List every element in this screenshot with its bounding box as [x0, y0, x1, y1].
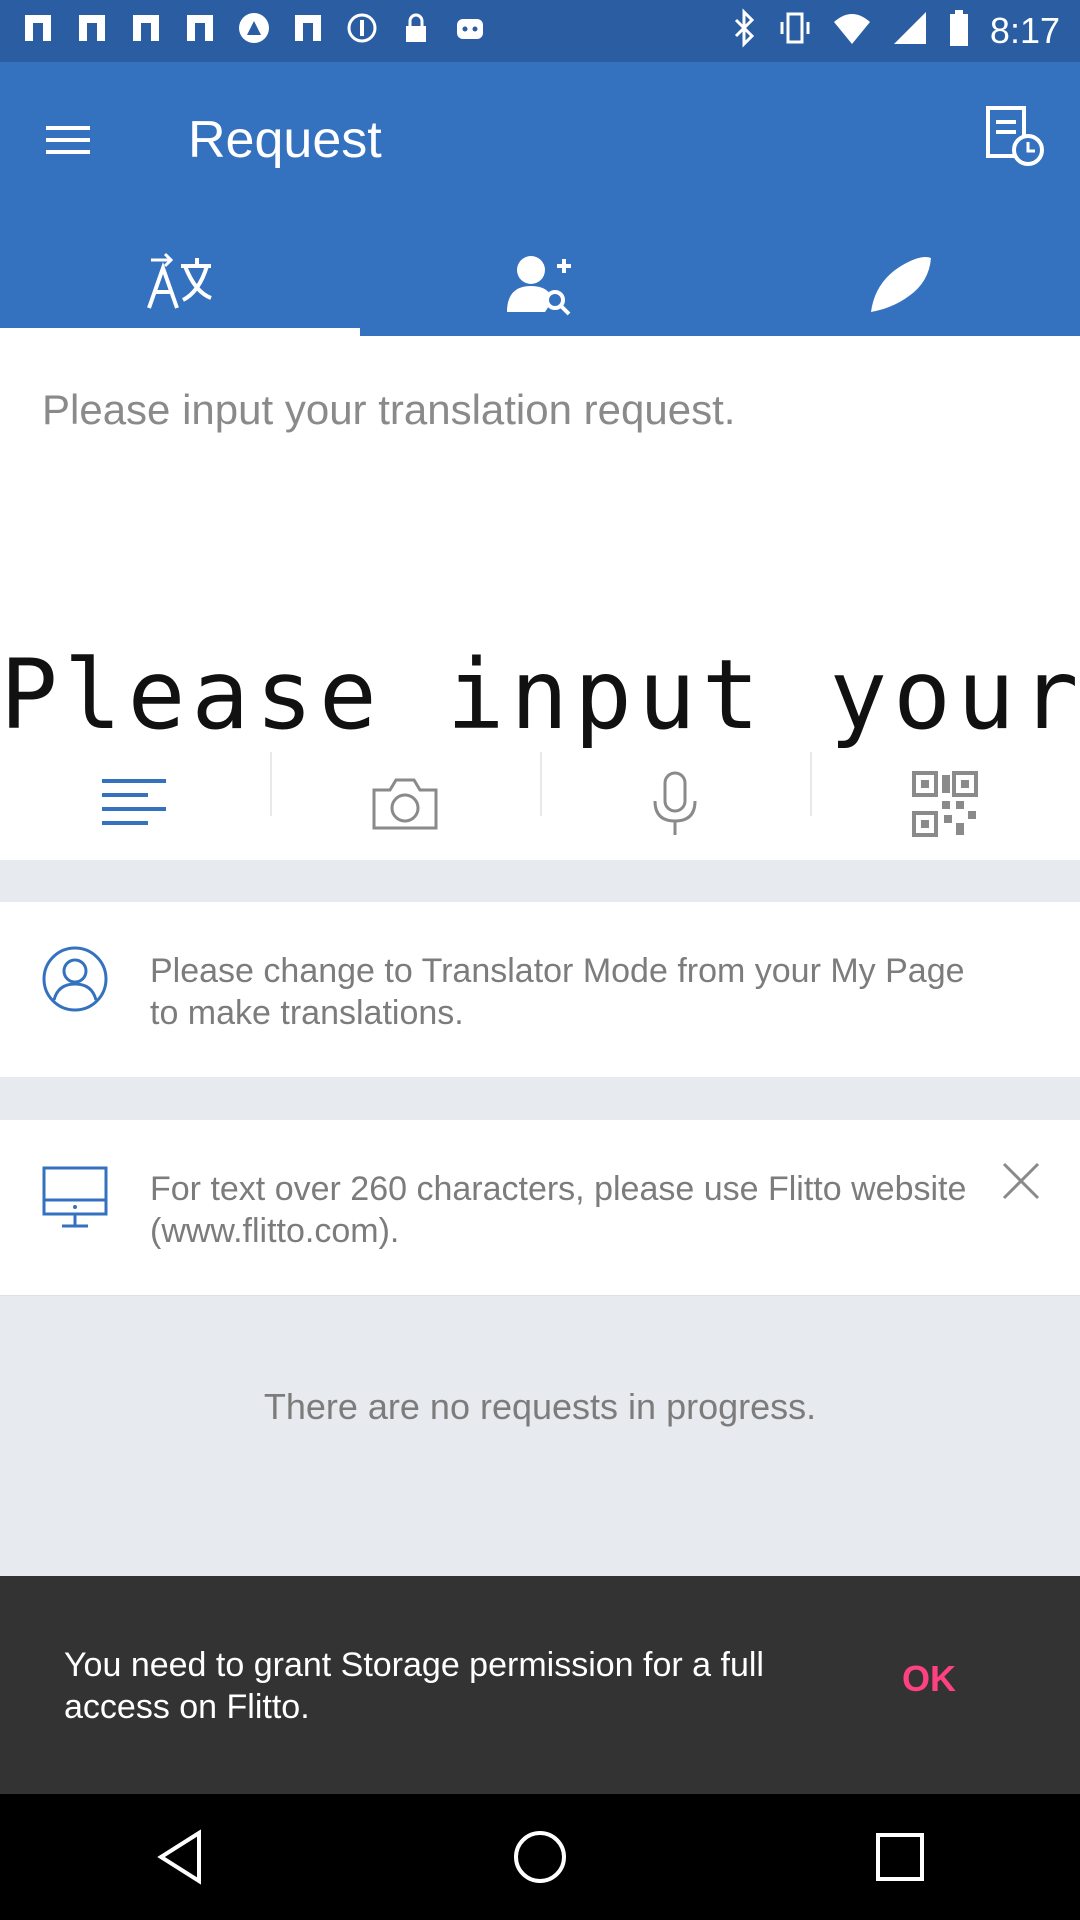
tab-bar	[0, 232, 1080, 336]
lock-icon	[398, 10, 434, 46]
tab-translate[interactable]	[0, 232, 360, 336]
status-left-icons	[20, 10, 488, 46]
monitor-icon	[40, 1162, 110, 1232]
tab-indicator	[720, 328, 1080, 336]
app-icon	[182, 10, 218, 46]
battery-icon	[948, 8, 970, 53]
wifi-icon	[832, 8, 872, 53]
app-icon	[128, 10, 164, 46]
tab-indicator	[360, 328, 720, 336]
recents-icon	[876, 1833, 924, 1881]
translator-mode-notice-text: Please change to Translator Mode from yo…	[150, 952, 965, 1032]
document-clock-icon	[986, 106, 1044, 166]
tab-indicator	[0, 328, 360, 336]
vibrate-icon	[778, 8, 812, 53]
section-divider	[0, 1077, 1080, 1120]
hamburger-menu-icon	[46, 126, 90, 154]
requests-list: There are no requests in progress.	[0, 1296, 1080, 1576]
menu-button[interactable]	[40, 112, 96, 168]
handwriting-preview: Please input your trans	[0, 640, 1080, 750]
text-lines-icon	[102, 779, 166, 825]
input-method-toolbar	[0, 748, 1080, 861]
page-title: Request	[188, 111, 382, 169]
close-icon	[1002, 1162, 1040, 1200]
close-notice-button[interactable]	[1000, 1160, 1042, 1202]
website-notice: For text over 260 characters, please use…	[0, 1120, 1080, 1296]
qr-code-icon	[912, 771, 978, 837]
feather-icon	[871, 257, 931, 312]
info-circle-icon	[344, 10, 380, 46]
request-history-button[interactable]	[980, 102, 1050, 172]
signal-icon	[892, 8, 928, 53]
translate-icon	[147, 252, 212, 309]
website-notice-text: For text over 260 characters, please use…	[150, 1170, 967, 1250]
back-button[interactable]	[140, 1817, 220, 1897]
text-input-button[interactable]	[0, 748, 270, 860]
camera-input-button[interactable]	[270, 748, 540, 860]
translator-mode-notice: Please change to Translator Mode from yo…	[0, 902, 1080, 1078]
section-divider	[0, 860, 1080, 902]
tab-feather[interactable]	[720, 232, 1080, 336]
snackbar-ok-button[interactable]: OK	[902, 1658, 956, 1700]
add-friend-search-icon	[507, 256, 571, 316]
status-bar: 8:17	[0, 0, 1080, 62]
app-icon	[20, 10, 56, 46]
permission-snackbar: You need to grant Storage permission for…	[0, 1576, 1080, 1794]
translation-request-input[interactable]: Please input your translation request.	[0, 336, 1080, 648]
request-placeholder: Please input your translation request.	[42, 386, 736, 433]
user-circle-icon	[40, 944, 110, 1014]
status-right-icons: 8:17	[730, 8, 1060, 53]
home-icon	[514, 1831, 566, 1883]
voice-input-button[interactable]	[540, 748, 810, 860]
app-icon	[74, 10, 110, 46]
bluetooth-icon	[730, 8, 758, 53]
recents-button[interactable]	[860, 1817, 940, 1897]
home-button[interactable]	[500, 1817, 580, 1897]
system-nav-bar	[0, 1794, 1080, 1920]
empty-state-text: There are no requests in progress.	[263, 1386, 817, 1427]
status-time: 8:17	[989, 9, 1060, 51]
app-icon	[290, 10, 326, 46]
camera-icon	[372, 778, 438, 830]
compass-icon	[236, 10, 272, 46]
microphone-icon	[653, 771, 697, 835]
tab-find-translator[interactable]	[360, 232, 720, 336]
qr-code-input-button[interactable]	[810, 748, 1080, 860]
robot-icon	[452, 10, 488, 46]
back-icon	[157, 1829, 201, 1885]
snackbar-message: You need to grant Storage permission for…	[64, 1646, 764, 1726]
